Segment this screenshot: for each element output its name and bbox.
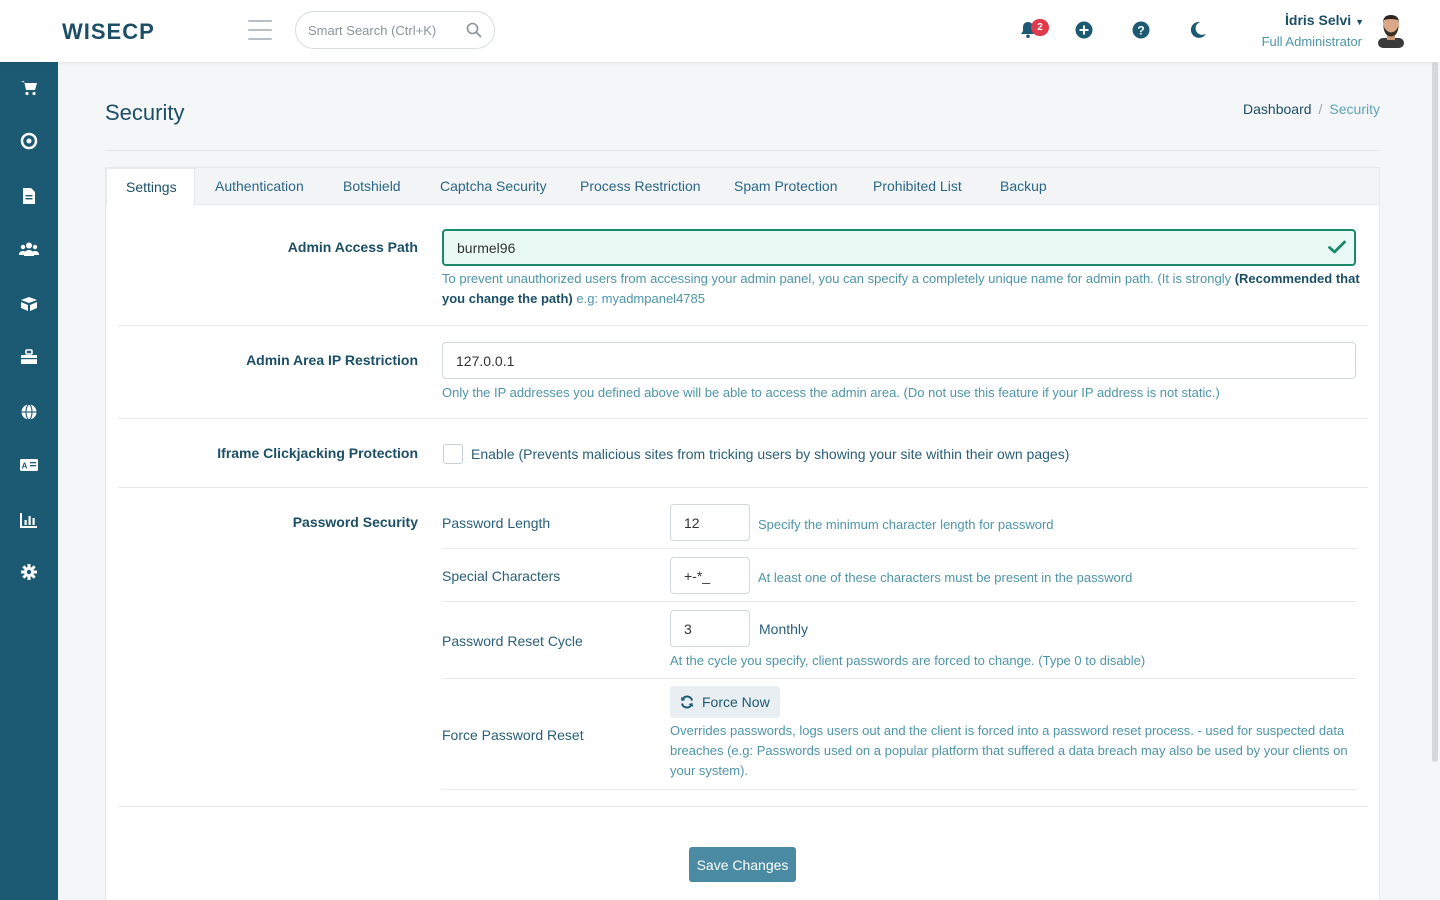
clickjacking-checkbox[interactable] [443,444,463,464]
dark-mode-icon[interactable] [1188,20,1208,40]
breadcrumb: Dashboard / Security [1243,101,1380,117]
password-reset-cycle-input[interactable] [670,610,750,647]
breadcrumb-current: Security [1329,101,1380,117]
tab-backup[interactable]: Backup [1000,168,1047,205]
add-icon[interactable] [1074,20,1094,40]
password-length-input[interactable] [670,504,750,541]
toolbox-icon [21,349,37,364]
force-now-label: Force Now [702,694,770,710]
sub-row-divider [442,789,1356,790]
row-divider [118,806,1368,807]
admin-path-help-text: To prevent unauthorized users from acces… [442,271,1235,286]
check-icon [1328,240,1346,254]
svg-text:WISECP: WISECP [62,20,155,42]
tab-prohibited-list[interactable]: Prohibited List [873,168,962,205]
tab-captcha-security[interactable]: Captcha Security [440,168,547,205]
row-divider [118,487,1368,488]
top-bar: WISECP 2 ? İdris Selvi ▼ Full Administra… [0,0,1440,62]
menu-toggle-icon[interactable] [248,20,272,40]
refresh-icon [681,695,693,709]
sub-row-divider [442,548,1356,549]
ip-restriction-input[interactable] [442,342,1356,379]
cart-icon [21,81,37,96]
tab-process-restriction[interactable]: Process Restriction [580,168,701,205]
document-icon [23,188,35,204]
admin-path-help-example: e.g: myadmpanel4785 [572,291,705,306]
tab-settings[interactable]: Settings [106,168,195,206]
search-icon[interactable] [466,22,482,38]
row-divider [118,418,1368,419]
row-divider [118,325,1368,326]
password-reset-cycle-help: At the cycle you specify, client passwor… [670,653,1146,668]
sidebar-item-users[interactable] [0,229,58,269]
page-scrollbar[interactable] [1432,62,1438,762]
avatar[interactable] [1374,12,1408,48]
sidebar-item-settings[interactable] [0,552,58,592]
ip-restriction-help: Only the IP addresses you defined above … [442,385,1220,400]
sidebar-item-domains[interactable] [0,392,58,432]
box-icon [21,297,37,311]
sidebar-item-support[interactable] [0,121,58,161]
force-password-reset-label: Force Password Reset [442,727,584,743]
special-characters-label: Special Characters [442,568,561,584]
password-reset-cycle-unit: Monthly [759,621,809,637]
sub-row-divider [442,678,1356,679]
password-length-help: Specify the minimum character length for… [758,517,1054,532]
user-menu[interactable]: İdris Selvi ▼ [1285,12,1364,28]
special-characters-input[interactable] [670,557,750,594]
sidebar-item-invoices[interactable] [0,176,58,216]
clickjacking-label: Iframe Clickjacking Protection [217,445,418,461]
special-characters-help: At least one of these characters must be… [758,570,1133,585]
tab-authentication[interactable]: Authentication [215,168,304,205]
ip-restriction-label: Admin Area IP Restriction [246,352,418,368]
title-divider [105,150,1380,151]
language-icon: A [20,459,38,471]
password-length-label: Password Length [442,515,551,531]
tab-spam-protection[interactable]: Spam Protection [734,168,838,205]
svg-text:?: ? [1137,24,1144,38]
sidebar-item-languages[interactable]: A [0,445,58,485]
smart-search [295,11,495,49]
admin-path-help: To prevent unauthorized users from acces… [442,269,1362,309]
help-icon[interactable]: ? [1131,20,1151,40]
page-title: Security [105,100,185,125]
sidebar: A [0,62,58,900]
search-input[interactable] [308,12,468,48]
sidebar-item-reports[interactable] [0,500,58,540]
globe-icon [21,403,37,421]
wisecp-logo[interactable]: WISECP [62,18,180,44]
tab-botshield[interactable]: Botshield [343,168,401,205]
save-changes-button[interactable]: Save Changes [689,847,796,882]
caret-down-icon: ▼ [1355,17,1364,27]
password-reset-cycle-label: Password Reset Cycle [442,633,583,649]
tab-bar: Settings Authentication Botshield Captch… [106,168,1379,206]
security-settings-card: Settings Authentication Botshield Captch… [105,167,1380,900]
notification-badge: 2 [1031,19,1049,36]
password-security-label: Password Security [292,514,418,530]
force-password-reset-help: Overrides passwords, logs users out and … [670,723,1348,778]
sidebar-item-products[interactable] [0,284,58,324]
user-name: İdris Selvi [1285,12,1352,28]
admin-path-input[interactable] [442,229,1356,266]
sub-row-divider [442,601,1356,602]
chart-icon [20,513,37,528]
clickjacking-checkbox-label[interactable]: Enable (Prevents malicious sites from tr… [471,446,1069,462]
sidebar-item-tools[interactable] [0,337,58,377]
sidebar-item-orders[interactable] [0,68,58,108]
force-now-button[interactable]: Force Now [670,686,780,718]
svg-text:A: A [22,462,28,471]
support-icon [20,132,38,150]
breadcrumb-dashboard-link[interactable]: Dashboard [1243,101,1312,117]
gear-icon [21,564,37,580]
user-role: Full Administrator [1261,34,1362,49]
users-icon [19,242,39,256]
logo-mark: WISECP [62,20,155,42]
admin-path-label: Admin Access Path [287,239,418,255]
breadcrumb-separator: / [1318,101,1323,117]
